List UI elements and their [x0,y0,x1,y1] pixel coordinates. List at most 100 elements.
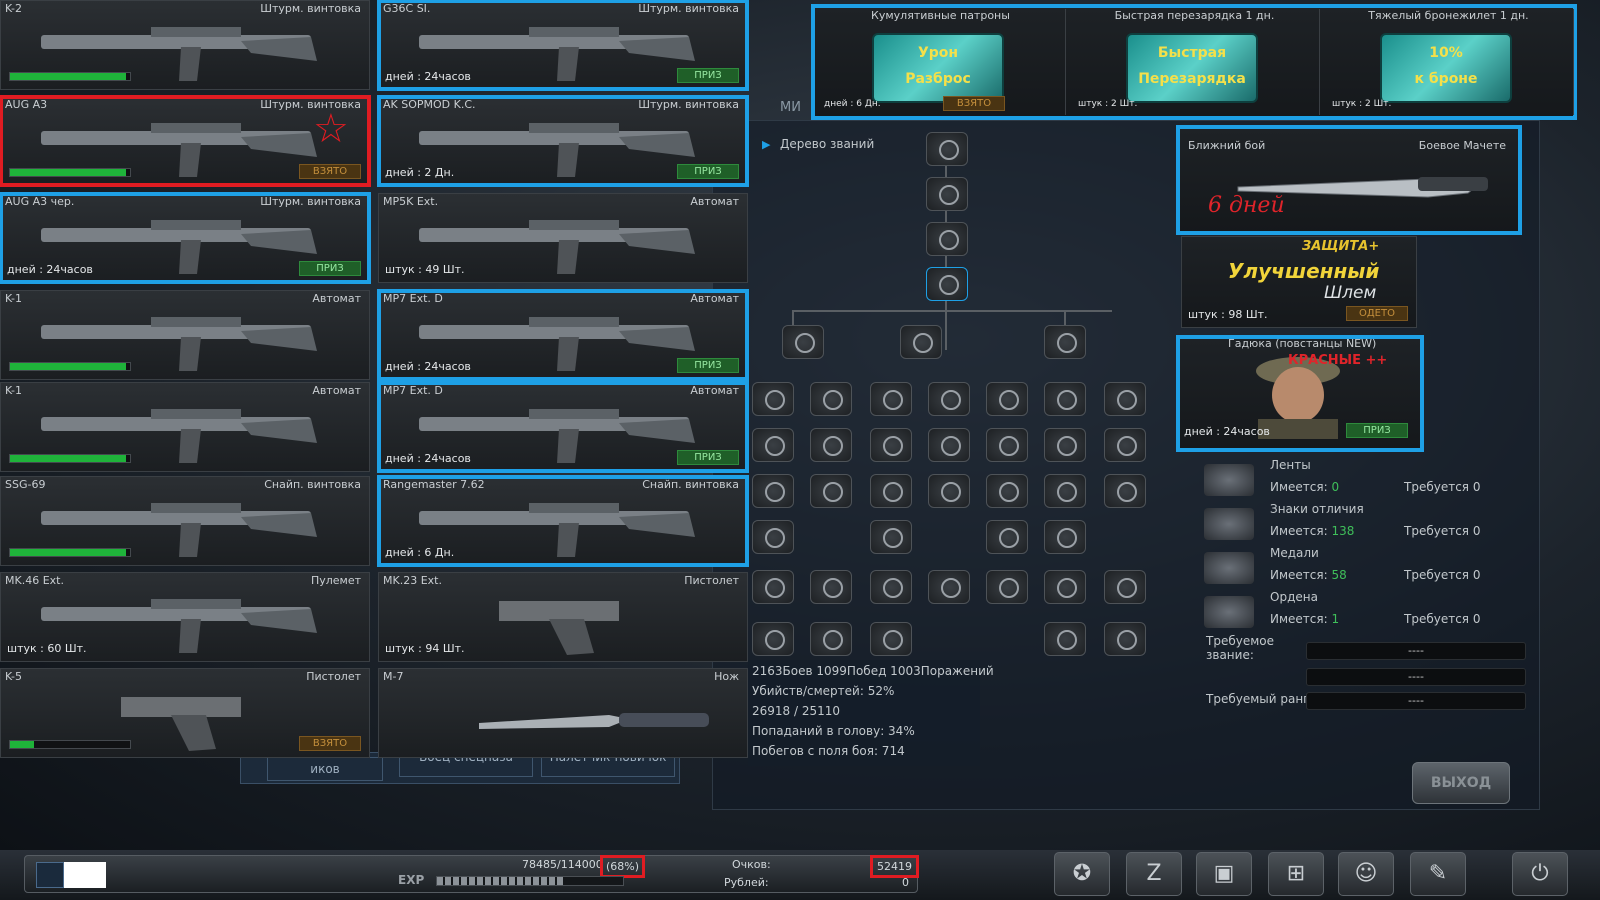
emblem-button[interactable]: ✪ [1054,852,1110,896]
rank-node[interactable] [1044,520,1086,554]
cart-button[interactable]: ⊞ [1268,852,1324,896]
character-slot[interactable]: Гадюка (повстанцы NEW) КРАСНЫЕ ++ дней :… [1176,335,1424,452]
melee-slot[interactable]: Ближний бой Боевое Мачете 6 дней [1176,125,1522,235]
rank-node[interactable] [752,474,794,508]
exit-button[interactable]: ВЫХОД [1412,762,1510,804]
left-item-6[interactable]: MK.46 Ext. Пулемет штук : 60 Шт. [0,572,370,662]
rank-node-selected[interactable] [926,267,968,301]
left-item-4[interactable]: K-1 Автомат [0,382,370,472]
right-item-7[interactable]: M-7 Нож [378,668,748,758]
boost-item-1[interactable]: Быстрая перезарядка 1 дн. Быстрая Перезаря… [1070,9,1320,115]
rank-node[interactable] [928,570,970,604]
rank-node[interactable] [926,222,968,256]
rank-node[interactable] [926,177,968,211]
left-item-0[interactable]: K-2 Штурм. винтовка [0,0,370,90]
rank-node[interactable] [870,520,912,554]
rank-node[interactable] [928,382,970,416]
required-level-label: Требуемый ранг: [1206,692,1314,706]
rank-node[interactable] [1044,428,1086,462]
left-item-1[interactable]: AUG A3 Штурм. винтовка ВЗЯТО ☆ [0,95,371,187]
right-item-3[interactable]: MP7 Ext. D Автомат дней : 24часов ПРИЗ [377,289,749,381]
power-button[interactable]: ⏻ [1512,852,1568,896]
rank-node[interactable] [752,382,794,416]
rank-node[interactable] [928,474,970,508]
rank-node[interactable] [870,428,912,462]
rank-node[interactable] [752,570,794,604]
rank-node[interactable] [810,622,852,656]
req-title: Ленты [1270,458,1311,472]
rank-node[interactable] [782,325,824,359]
right-item-2[interactable]: MP5K Ext. Автомат штук : 49 Шт. [378,193,748,283]
rank-node[interactable] [752,428,794,462]
item-status-tag: ВЗЯТО [299,164,361,179]
durability-fill [10,73,127,80]
left-item-3[interactable]: K-1 Автомат [0,290,370,380]
wrench-button[interactable]: ✎ [1410,852,1466,896]
rank-node[interactable] [986,570,1028,604]
favorite-star-icon[interactable]: ☆ [313,109,349,149]
rank-node[interactable] [1044,382,1086,416]
item-name: MK.23 Ext. [383,574,442,587]
rank-node[interactable] [1104,474,1146,508]
rank-node[interactable] [870,382,912,416]
rank-node[interactable] [1104,382,1146,416]
item-category: Пистолет [306,670,361,683]
left-item-2[interactable]: AUG A3 чер. Штурм. винтовка дней : 24часов… [0,192,371,284]
item-name: AUG A3 [5,98,48,111]
exp-label: EXP [398,873,425,887]
character-info: дней : 24часов [1184,425,1270,438]
rank-node[interactable] [986,428,1028,462]
rank-node[interactable] [752,520,794,554]
rank-node[interactable] [986,520,1028,554]
item-name: SSG-69 [5,478,46,491]
exp-bar-fill [437,877,564,885]
durability-fill [10,363,127,370]
rank-node[interactable] [926,132,968,166]
bg-tab-0[interactable]: иков [267,757,383,781]
rank-node[interactable] [810,428,852,462]
item-category: Штурм. винтовка [260,2,361,15]
z-icon: Z [1146,861,1162,886]
rank-node[interactable] [870,622,912,656]
rank-node[interactable] [1044,622,1086,656]
rank-node[interactable] [810,474,852,508]
rank-node[interactable] [810,570,852,604]
order-icon [1204,596,1254,628]
rank-node[interactable] [1044,474,1086,508]
boost-label-top: 10% [1429,45,1463,61]
boost-item-2[interactable]: Тяжелый бронежилет 1 дн. 10% к броне штук :… [1324,9,1574,115]
briefcase-button[interactable]: ▣ [1196,852,1252,896]
rank-node[interactable] [752,622,794,656]
right-item-6[interactable]: MK.23 Ext. Пистолет штук : 94 Шт. [378,572,748,662]
rank-node[interactable] [870,474,912,508]
right-item-0[interactable]: G36C SI. Штурм. винтовка дней : 24часов ПРИ… [377,0,749,91]
rank-node[interactable] [928,428,970,462]
rank-node[interactable] [986,382,1028,416]
rank-node[interactable] [1104,570,1146,604]
rank-node[interactable] [986,474,1028,508]
boost-status-tag: ВЗЯТО [943,96,1005,111]
rank-node[interactable] [1044,570,1086,604]
item-status-tag: ВЗЯТО [299,736,361,751]
rank-node[interactable] [810,382,852,416]
rank-node[interactable] [900,325,942,359]
item-duration: дней : 24часов [385,70,471,83]
boost-label-top: Быстрая [1157,45,1227,61]
right-item-5[interactable]: Rangemaster 7.62 Снайп. винтовка дней : 6 … [377,475,749,567]
left-item-5[interactable]: SSG-69 Снайп. винтовка [0,476,370,566]
people-button[interactable]: ☺ [1338,852,1394,896]
helmet-slot[interactable]: ЗАЩИТА+ Улучшенный Шлем штук : 98 Шт. ОД… [1181,236,1417,328]
medal-icon [1204,552,1254,584]
rank-node[interactable] [1044,325,1086,359]
rank-node[interactable] [1104,622,1146,656]
rank-node[interactable] [1104,428,1146,462]
stat-line-4: Побегов с поля боя: 714 [752,744,905,758]
z-button[interactable]: Z [1126,852,1182,896]
boost-item-0[interactable]: Кумулятивные патроны Урон Разброс дней : 6 … [816,9,1066,115]
right-item-4[interactable]: MP7 Ext. D Автомат дней : 24часов ПРИЗ [377,381,749,473]
game-screen: { "left_column": [ {"name":"K-2","catego… [0,0,1600,900]
left-item-7[interactable]: K-5 Пистолет ВЗЯТО [0,668,370,758]
item-name: K-1 [5,384,23,397]
right-item-1[interactable]: AK SOPMOD K.C. Штурм. винтовка дней : 2 Дн… [377,95,749,187]
rank-node[interactable] [870,570,912,604]
